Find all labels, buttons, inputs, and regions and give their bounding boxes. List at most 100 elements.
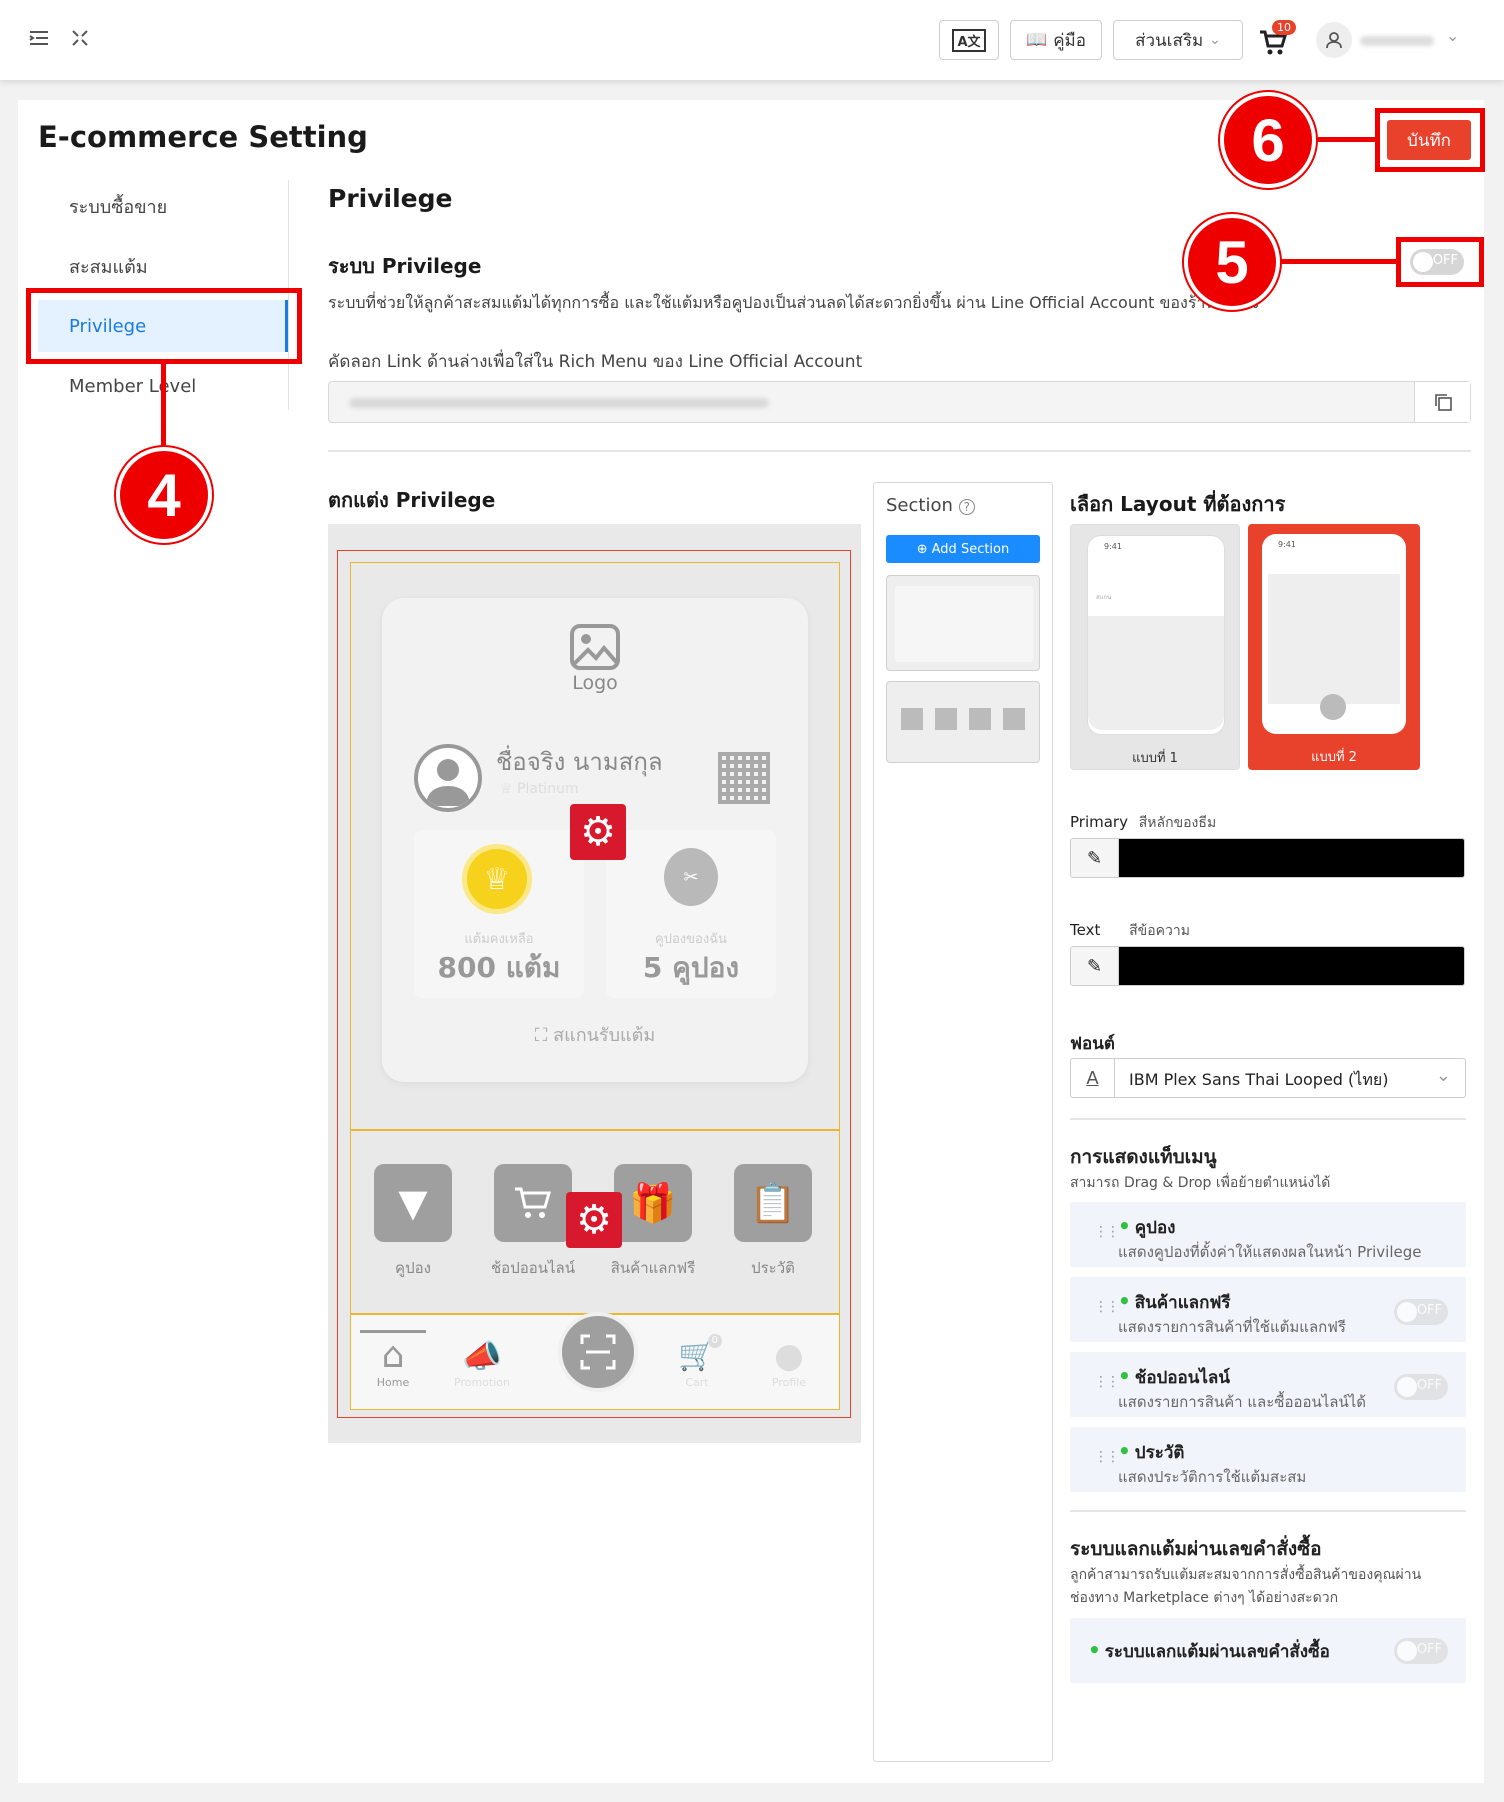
- menu-item-title: • สินค้าแลกฟรี: [1118, 1289, 1231, 1316]
- highlight-privilege: [26, 288, 302, 364]
- order-points-toggle[interactable]: OFF: [1394, 1638, 1448, 1664]
- user-icon: [1316, 22, 1352, 58]
- info-icon: ?: [958, 499, 975, 515]
- tile-shop-online: [494, 1164, 572, 1242]
- menu-item-desc: แสดงประวัติการใช้แต้มสะสม: [1118, 1468, 1307, 1486]
- coupons-value: 5 คูปอง: [642, 951, 740, 984]
- menu-icon[interactable]: [28, 28, 50, 48]
- drag-handle-icon[interactable]: ⋮⋮: [1094, 1449, 1120, 1465]
- font-select[interactable]: A IBM Plex Sans Thai Looped (ไทย) ⌄: [1070, 1058, 1466, 1098]
- chevron-down-icon: ⌄: [1209, 32, 1221, 48]
- tab-menu-item-coupon[interactable]: ⋮⋮ • คูปอง แสดงคูปองที่ตั้งค่าให้แสดงผลใน…: [1070, 1202, 1466, 1267]
- layout-title: เลือก Layout ที่ต้องการ: [1070, 492, 1286, 516]
- scan-fab: [558, 1312, 638, 1392]
- phone-body: [1088, 616, 1224, 730]
- tab-menu-item-free-product[interactable]: ⋮⋮ • สินค้าแลกฟรี แสดงรายการสินค้าที่ใช้แ…: [1070, 1277, 1466, 1342]
- menu-item-desc: แสดงรายการสินค้าที่ใช้แต้มแลกฟรี: [1118, 1318, 1346, 1336]
- menu-item-toggle[interactable]: OFF: [1394, 1299, 1448, 1325]
- callout-6: 6: [1220, 92, 1316, 188]
- order-points-desc-2: ช่องทาง Marketplace ต่างๆ ได้อย่างสะดวก: [1070, 1590, 1339, 1606]
- thumb-tile: [901, 708, 923, 730]
- text-color-label: Text สีข้อความ: [1070, 920, 1190, 942]
- logo-label: Logo: [572, 672, 618, 694]
- primary-label: Primary: [1070, 813, 1128, 831]
- user-menu[interactable]: ⌄: [1316, 22, 1466, 58]
- layout-option-1[interactable]: 9:41 สแกน แบบที่ 1: [1070, 524, 1240, 770]
- phone-time: 9:41: [1278, 540, 1296, 549]
- callout-line-5: [1276, 259, 1399, 264]
- user-name-blurred: [1360, 36, 1434, 46]
- addons-label: ส่วนเสริม: [1135, 30, 1204, 51]
- layout-option-label: แบบที่ 1: [1132, 751, 1178, 766]
- text-color-swatch[interactable]: [1119, 947, 1464, 985]
- nav-promotion: 📣 Promotion: [442, 1336, 522, 1389]
- order-points-title: ระบบแลกแต้มผ่านเลขคำสั่งซื้อ: [1070, 1538, 1322, 1560]
- copy-button[interactable]: [1414, 382, 1470, 422]
- top-bar: A文 📖 คู่มือ ส่วนเสริม ⌄ 10 ⌄: [0, 0, 1504, 80]
- menu-item-title-label: ช้อปออนไลน์: [1134, 1368, 1230, 1388]
- sidebar-item-points[interactable]: สะสมแต้ม: [38, 240, 288, 292]
- tile-history: 📋: [734, 1164, 812, 1242]
- primary-color-label: Primary สีหลักของธีม: [1070, 812, 1216, 834]
- status-dot: •: [1118, 1289, 1131, 1313]
- chevron-down-icon: ⌄: [1435, 1065, 1451, 1086]
- primary-sub: สีหลักของธีม: [1138, 815, 1217, 831]
- crown-icon: ♕: [500, 781, 513, 797]
- gear-icon[interactable]: ⚙: [566, 1192, 622, 1248]
- order-points-item[interactable]: • ระบบแลกแต้มผ่านเลขคำสั่งซื้อ OFF: [1070, 1618, 1466, 1683]
- logo-image-icon: [570, 624, 620, 670]
- thumb-tile: [969, 708, 991, 730]
- section-thumb-menu[interactable]: [886, 681, 1040, 763]
- page-title: E-commerce Setting: [38, 120, 368, 154]
- cart-badge: 0: [707, 1334, 722, 1348]
- copy-icon: [1434, 394, 1452, 411]
- manual-button[interactable]: 📖 คู่มือ: [1010, 20, 1102, 60]
- drag-handle-icon[interactable]: ⋮⋮: [1094, 1299, 1120, 1315]
- tab-menu-item-history[interactable]: ⋮⋮ • ประวัติ แสดงประวัติการใช้แต้มสะสม: [1070, 1427, 1466, 1492]
- callout-line-4: [161, 362, 166, 452]
- phone-time: 9:41: [1104, 542, 1122, 551]
- sidebar-item-label: Member Level: [69, 375, 197, 397]
- nav-label: Home: [376, 1376, 410, 1389]
- toggle-label: OFF: [1416, 1378, 1442, 1393]
- text-color-picker[interactable]: ✎: [1070, 946, 1465, 986]
- link-value-blurred: [349, 398, 769, 408]
- save-button[interactable]: บันทึก: [1387, 120, 1471, 160]
- phone-scan-hint: สแกน: [1096, 594, 1112, 601]
- thumb-tile: [1003, 708, 1025, 730]
- font-icon: A: [1071, 1059, 1115, 1097]
- menu-item-toggle[interactable]: OFF: [1394, 1374, 1448, 1400]
- tab-menu-desc: สามารถ Drag & Drop เพื่อย้ายตำแหน่งได้: [1070, 1175, 1331, 1191]
- section-thumb-header[interactable]: [886, 575, 1040, 671]
- nav-label: Profile: [771, 1376, 807, 1389]
- drag-handle-icon[interactable]: ⋮⋮: [1094, 1224, 1120, 1240]
- add-section-button[interactable]: ⊕ Add Section: [886, 535, 1040, 563]
- cart-button[interactable]: 10: [1258, 20, 1296, 58]
- callout-5: 5: [1184, 214, 1280, 310]
- qr-code-icon: [718, 752, 770, 804]
- layout-option-2[interactable]: 9:41 แบบที่ 2: [1248, 524, 1420, 770]
- menu-item-title-label: คูปอง: [1134, 1218, 1176, 1238]
- tab-menu-item-shop-online[interactable]: ⋮⋮ • ช้อปออนไลน์ แสดงรายการสินค้า และซื้อ…: [1070, 1352, 1466, 1417]
- nav-profile: ● Profile: [756, 1336, 822, 1389]
- tile-label: สินค้าแลกฟรี: [610, 1259, 696, 1277]
- drag-handle-icon[interactable]: ⋮⋮: [1094, 1374, 1120, 1390]
- addons-dropdown[interactable]: ส่วนเสริม ⌄: [1113, 20, 1243, 60]
- primary-color-swatch[interactable]: [1119, 839, 1464, 877]
- expand-icon[interactable]: [70, 28, 90, 48]
- book-icon: 📖: [1026, 30, 1048, 50]
- menu-item-title: • คูปอง: [1118, 1214, 1175, 1241]
- tab-menu-title: การแสดงแท็บเมนู: [1070, 1146, 1217, 1168]
- coupons-box: ✂ คูปองของฉัน 5 คูปอง: [606, 830, 776, 998]
- nav-cart: 🛒 0 Cart: [664, 1334, 730, 1389]
- menu-item-title-label: ประวัติ: [1134, 1443, 1185, 1463]
- points-box: ♕ แต้มคงเหลือ 800 แต้ม: [414, 830, 584, 998]
- primary-color-picker[interactable]: ✎: [1070, 838, 1465, 878]
- gear-icon[interactable]: ⚙: [570, 804, 626, 860]
- toggle-label: OFF: [1416, 1303, 1442, 1318]
- sidebar-item-trading[interactable]: ระบบซื้อขาย: [38, 180, 288, 232]
- thumb-card: [895, 586, 1033, 662]
- privilege-link-field[interactable]: [328, 381, 1471, 423]
- tile-coupon: ▼: [374, 1164, 452, 1242]
- translate-button[interactable]: A文: [939, 20, 999, 60]
